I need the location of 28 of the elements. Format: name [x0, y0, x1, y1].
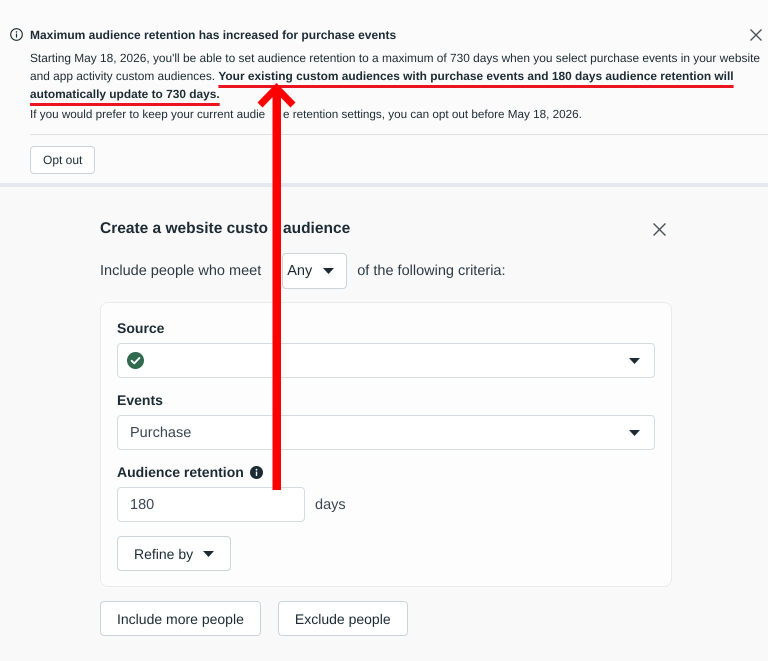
info-icon[interactable] [250, 466, 263, 478]
caret-icon [323, 268, 334, 274]
field-label: Audience retention [117, 463, 244, 481]
unit-label: days [315, 496, 346, 512]
close-icon[interactable] [750, 28, 762, 40]
include-more-button[interactable]: Include more people [100, 601, 261, 636]
field-label: Events [117, 391, 163, 409]
dialog-title: Create a website custo [100, 220, 268, 238]
close-icon[interactable] [653, 222, 666, 236]
caret-icon [203, 550, 214, 556]
criteria-label: Include people who meet [100, 263, 262, 279]
retention-input[interactable]: 180 [117, 487, 305, 522]
field-label: Source [117, 319, 164, 337]
info-icon [10, 28, 23, 41]
opt-out-button[interactable]: Opt out [30, 146, 96, 174]
notice-note: e retention settings, you can opt out before May 18, 2026. [283, 107, 582, 123]
caret-icon [629, 358, 640, 364]
notice-note: If you would prefer to keep your current audie [30, 107, 266, 123]
exclude-button[interactable]: Exclude people [278, 601, 408, 636]
match-dropdown[interactable]: Any [282, 253, 348, 289]
criteria-label: of the following criteria: [357, 263, 506, 279]
dialog-title: audience [283, 220, 350, 238]
notice-message: Starting May 18, 2026, you'll be able to set audience retention to a maximum of 730 days when you select purchase events in your website and app activity custom audiences. Your existing custom audiences with purchase events and 180 days audience retention will automatically update to 730 days. [30, 50, 762, 103]
notice-title: Maximum audience retention has increased for purchase events [30, 28, 398, 42]
caret-icon [629, 430, 640, 436]
dropdown-field[interactable]: Purchase [117, 415, 655, 450]
dropdown-field[interactable] [117, 343, 655, 378]
refine-by-button[interactable]: Refine by [117, 536, 232, 571]
